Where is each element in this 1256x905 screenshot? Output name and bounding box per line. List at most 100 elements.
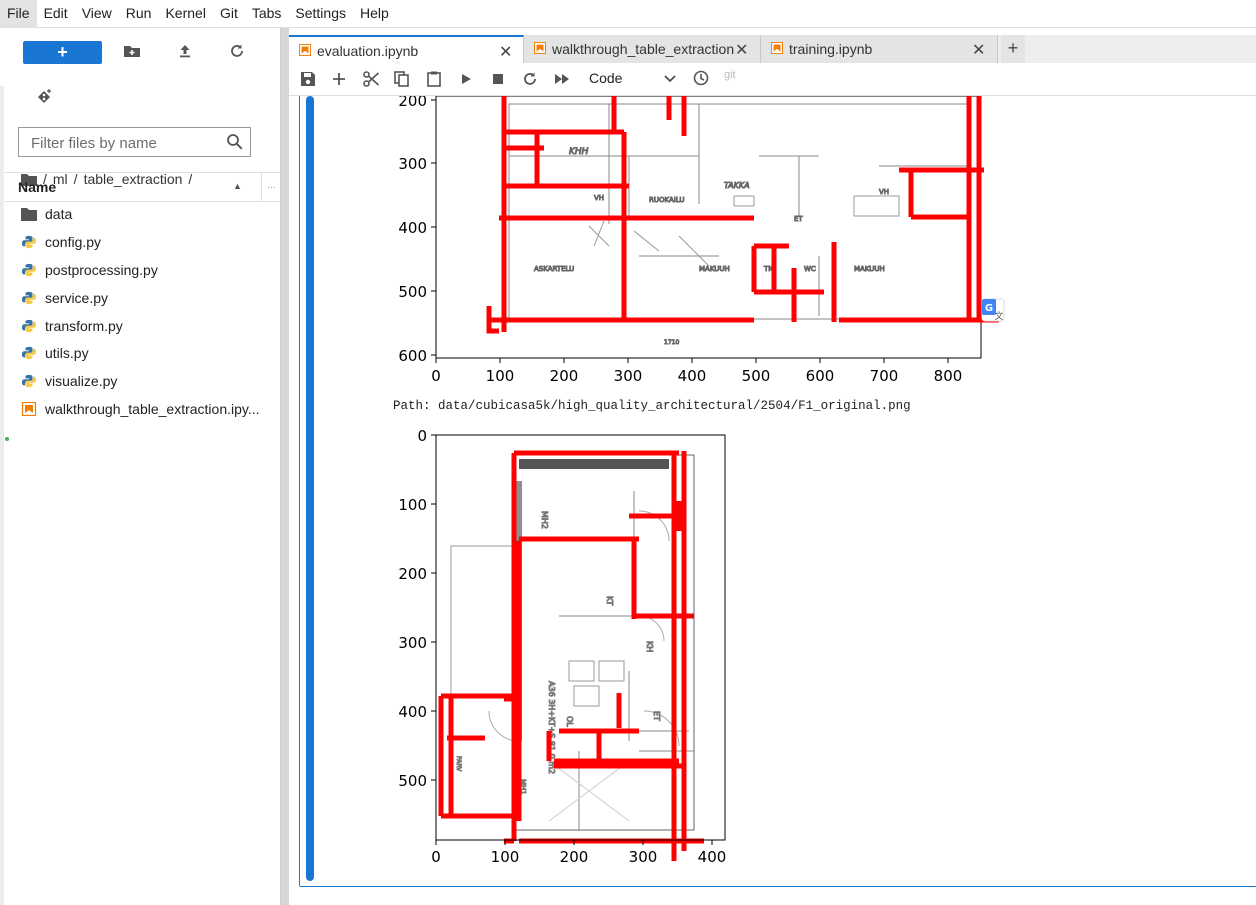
filter-files-input[interactable]: [29, 129, 233, 157]
x-tick-label: 0: [431, 848, 441, 866]
menu-run[interactable]: Run: [119, 0, 159, 27]
upload-icon[interactable]: [175, 43, 195, 63]
tab-evaluation[interactable]: evaluation.ipynb ✕: [289, 35, 524, 63]
interrupt-kernel-icon[interactable]: [489, 70, 507, 88]
python-file-icon: [22, 319, 36, 332]
menu-kernel[interactable]: Kernel: [158, 0, 212, 27]
x-tick-label: 300: [629, 848, 658, 866]
sidebar-edge: [0, 86, 4, 905]
file-item-visualize[interactable]: visualize.py: [5, 367, 280, 395]
file-item-service[interactable]: service.py: [5, 284, 280, 312]
menu-git[interactable]: Git: [213, 0, 245, 27]
close-tab-icon[interactable]: ✕: [735, 40, 748, 60]
notebook-panel: KHH TAKKA RUOKAILU ASKARTELU MAKUUH MAKU…: [289, 96, 1256, 905]
svg-text:1710: 1710: [664, 339, 679, 346]
menu-bar: File Edit View Run Kernel Git Tabs Setti…: [0, 0, 1256, 28]
svg-text:文: 文: [994, 310, 1003, 322]
menu-file[interactable]: File: [0, 0, 37, 27]
menu-view[interactable]: View: [75, 0, 119, 27]
menu-settings[interactable]: Settings: [288, 0, 353, 27]
restart-kernel-icon[interactable]: [521, 70, 539, 88]
menu-edit[interactable]: Edit: [37, 0, 75, 27]
cell-type-dropdown[interactable]: Code: [589, 70, 622, 86]
menu-help[interactable]: Help: [353, 0, 396, 27]
file-item-config[interactable]: config.py: [5, 228, 280, 256]
file-name: config.py: [45, 233, 102, 250]
translate-icon[interactable]: G 文: [979, 296, 1007, 324]
x-tick-label: 800: [934, 367, 963, 385]
x-tick-label: 0: [431, 367, 441, 385]
python-file-icon: [22, 263, 36, 276]
python-file-icon: [22, 347, 36, 360]
svg-text:KH: KH: [645, 641, 654, 652]
refresh-icon[interactable]: [227, 43, 247, 63]
file-item-postprocessing[interactable]: postprocessing.py: [5, 256, 280, 284]
file-name: postprocessing.py: [45, 261, 158, 278]
file-list: data config.py postprocessing.py service…: [5, 200, 280, 423]
chevron-down-icon[interactable]: [663, 72, 677, 86]
file-item-data[interactable]: data: [5, 200, 280, 228]
cut-icon[interactable]: [362, 70, 380, 88]
svg-text:PARV: PARV: [455, 756, 462, 772]
insert-cell-icon[interactable]: [330, 70, 348, 88]
close-tab-icon[interactable]: ✕: [499, 42, 512, 62]
y-tick-label: 100: [398, 496, 427, 514]
file-list-header: Name ▲ ...: [5, 172, 280, 202]
restart-run-all-icon[interactable]: [553, 70, 571, 88]
tab-walkthrough[interactable]: walkthrough_table_extraction ✕: [524, 35, 761, 63]
clock-icon[interactable]: [692, 69, 710, 87]
file-browser: + / ml / table_extraction /: [0, 28, 281, 905]
y-tick-label: 200: [398, 96, 427, 110]
sort-ascending-icon[interactable]: ▲: [233, 181, 242, 191]
run-cell-icon[interactable]: [457, 70, 475, 88]
x-tick-label: 600: [806, 367, 835, 385]
panel-splitter[interactable]: [281, 28, 289, 905]
cell-collapser[interactable]: [306, 96, 314, 881]
menu-tabs[interactable]: Tabs: [245, 0, 289, 27]
svg-text:KT: KT: [605, 596, 614, 606]
y-tick-label: 500: [398, 772, 427, 790]
filter-files-field[interactable]: [18, 127, 251, 157]
x-tick-label: 100: [491, 848, 520, 866]
git-clone-icon[interactable]: [34, 88, 54, 108]
notebook-toolbar: Code git: [289, 63, 1256, 96]
svg-text:ET: ET: [794, 215, 803, 223]
y-tick-label: 200: [398, 565, 427, 583]
tab-label: evaluation.ipynb: [317, 43, 419, 59]
x-tick-label: 200: [550, 367, 579, 385]
add-tab-button[interactable]: +: [1001, 35, 1025, 63]
y-axis-ticks: [431, 99, 436, 356]
y-tick-label: 400: [398, 219, 427, 237]
svg-text:WC: WC: [804, 265, 816, 273]
paste-icon[interactable]: [425, 70, 443, 88]
file-item-walkthrough-notebook[interactable]: walkthrough_table_extraction.ipy...: [5, 395, 280, 423]
python-file-icon: [22, 375, 36, 388]
file-name: transform.py: [45, 317, 123, 334]
copy-icon[interactable]: [393, 70, 411, 88]
svg-text:RUOKAILU: RUOKAILU: [649, 196, 685, 204]
y-tick-label: 300: [398, 634, 427, 652]
x-tick-label: 500: [742, 367, 771, 385]
y-tick-label: 400: [398, 703, 427, 721]
output-path-text: Path: data/cubicasa5k/high_quality_archi…: [393, 399, 911, 413]
python-file-icon: [22, 291, 36, 304]
column-resize-handle[interactable]: ...: [261, 173, 281, 201]
new-launcher-button[interactable]: +: [23, 41, 102, 64]
x-tick-label: 300: [614, 367, 643, 385]
tab-training[interactable]: training.ipynb ✕: [761, 35, 998, 63]
svg-text:ET: ET: [652, 711, 661, 721]
svg-text:MAKUUH: MAKUUH: [854, 265, 885, 273]
close-tab-icon[interactable]: ✕: [972, 40, 985, 60]
file-name: utils.py: [45, 345, 89, 362]
svg-text:ASKARTELU: ASKARTELU: [534, 265, 574, 273]
svg-text:MH2: MH2: [540, 511, 549, 529]
search-icon: [227, 134, 243, 150]
file-item-utils[interactable]: utils.py: [5, 339, 280, 367]
save-icon[interactable]: [299, 70, 317, 88]
y-tick-label: 300: [398, 155, 427, 173]
name-column-header[interactable]: Name: [18, 179, 56, 195]
file-item-transform[interactable]: transform.py: [5, 312, 280, 340]
git-diff-button[interactable]: git: [724, 69, 736, 81]
new-folder-icon[interactable]: [122, 43, 142, 63]
floorplan-plot-1: KHH TAKKA RUOKAILU ASKARTELU MAKUUH MAKU…: [398, 96, 999, 385]
